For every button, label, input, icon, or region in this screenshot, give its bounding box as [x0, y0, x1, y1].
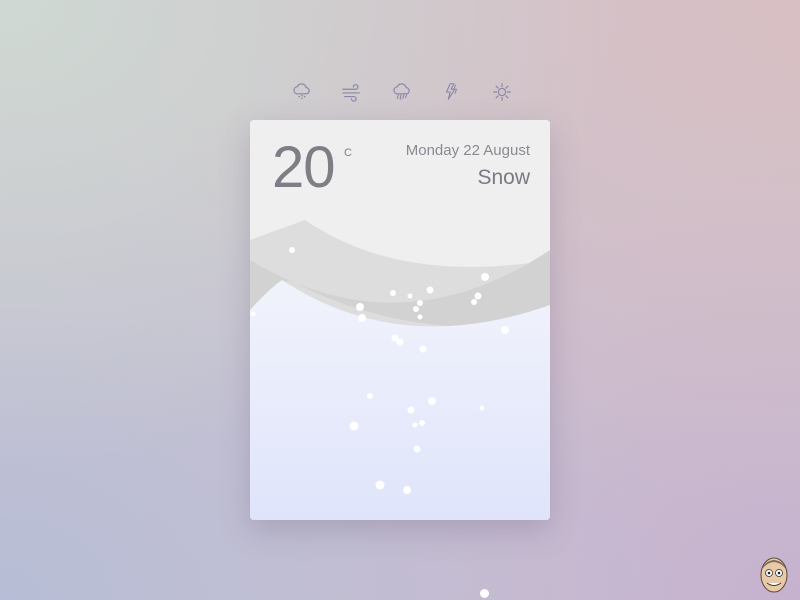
snowflake	[413, 306, 419, 312]
snowflake	[474, 292, 482, 300]
wind-icon	[342, 84, 360, 102]
rain-button[interactable]	[388, 80, 416, 104]
snowflake	[419, 345, 427, 353]
snowflake	[481, 273, 489, 281]
weather-type-nav	[288, 80, 516, 104]
snowflake	[412, 422, 418, 428]
sun-icon	[493, 83, 511, 101]
snowflake	[417, 300, 423, 306]
avatar[interactable]	[757, 555, 791, 595]
snowflake	[396, 338, 404, 346]
snowflake	[428, 397, 436, 405]
snowflake	[407, 293, 413, 299]
snowflake	[480, 589, 489, 598]
snowflake	[419, 420, 425, 426]
snowflake	[471, 299, 477, 305]
snowflake	[479, 405, 485, 411]
snowflake	[289, 247, 295, 253]
snowflake	[358, 314, 366, 322]
snowflake	[426, 286, 434, 294]
snow-button[interactable]	[288, 80, 316, 104]
lightning-icon	[445, 83, 458, 100]
snowflake	[417, 314, 423, 320]
date-label: Monday 22 August	[405, 142, 530, 159]
snow-cloud-icon	[293, 83, 310, 100]
snowflake	[407, 406, 415, 414]
weather-card: 20 C Monday 22 August Snow	[250, 120, 550, 520]
snowflake	[375, 480, 385, 490]
thunder-button[interactable]	[438, 80, 466, 104]
condition-label: Snow	[477, 166, 530, 189]
snowflake	[250, 311, 256, 317]
temperature-value: 20	[272, 135, 336, 200]
snowflake	[349, 421, 359, 431]
snowflake	[501, 326, 509, 334]
snowflake	[356, 303, 364, 311]
wind-button[interactable]	[338, 80, 366, 104]
sun-button[interactable]	[488, 80, 516, 104]
snowflake	[413, 445, 421, 453]
snowflake	[403, 486, 411, 494]
snowflake	[390, 290, 396, 296]
snowflake	[367, 393, 373, 399]
rain-cloud-icon	[393, 83, 410, 100]
temperature-unit: C	[344, 147, 352, 159]
